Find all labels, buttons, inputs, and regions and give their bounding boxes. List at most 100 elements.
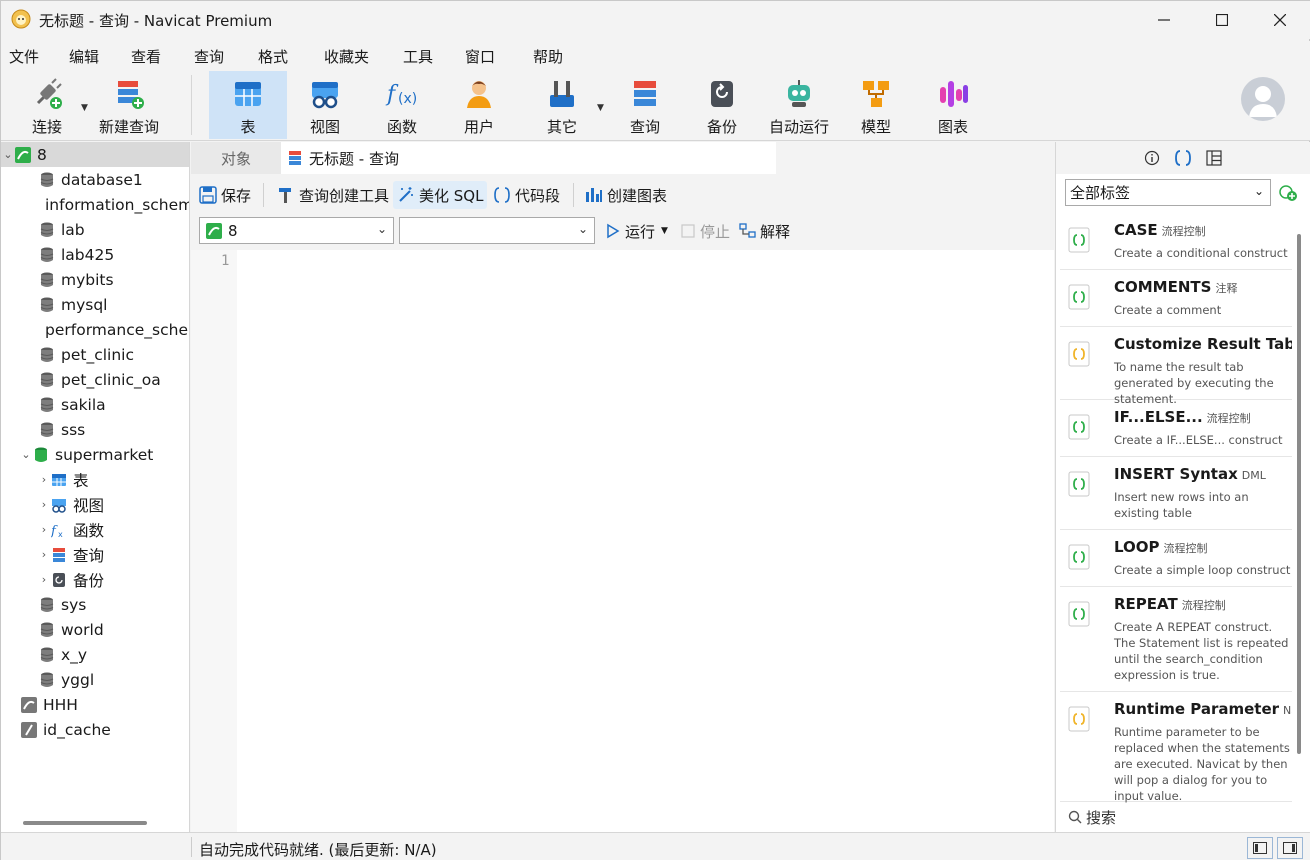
database-select[interactable]: ⌄: [399, 217, 595, 244]
tab-objects[interactable]: 对象: [191, 142, 281, 174]
snippet-icon: [1068, 284, 1090, 310]
snippet-item[interactable]: REPEAT 流程控制 Create A REPEAT construct. The…: [1060, 587, 1292, 692]
tree-database[interactable]: information_schema: [1, 192, 189, 217]
tree-database[interactable]: pet_clinic: [1, 342, 189, 367]
function-button[interactable]: f (x) 函数: [368, 71, 436, 139]
menu-window[interactable]: 窗口: [465, 46, 495, 67]
snippet-item[interactable]: INSERT Syntax DML Insert new rows into an …: [1060, 457, 1292, 530]
tree-object-group[interactable]: › 查询: [1, 542, 189, 567]
tree-connection-hhh[interactable]: HHH: [1, 692, 189, 717]
tree-object-group[interactable]: › 备份: [1, 567, 189, 592]
snippet-item[interactable]: Customize Result Tab NameTo name the res…: [1060, 327, 1292, 406]
tree-database[interactable]: yggl: [1, 667, 189, 692]
explain-button[interactable]: 解释: [735, 217, 794, 245]
user-button[interactable]: 用户: [445, 71, 513, 139]
menu-format[interactable]: 格式: [258, 46, 288, 67]
tree-database[interactable]: lab425: [1, 242, 189, 267]
info-icon[interactable]: [1144, 150, 1160, 166]
tree-connection-8[interactable]: ⌄ 8: [1, 142, 189, 167]
tag-filter-select[interactable]: 全部标签 ⌄: [1065, 179, 1271, 206]
beautify-sql-button[interactable]: 美化 SQL: [393, 181, 488, 209]
maximize-button[interactable]: [1193, 1, 1251, 39]
menu-favorites[interactable]: 收藏夹: [324, 46, 369, 67]
menu-query[interactable]: 查询: [194, 46, 224, 67]
snippet-item[interactable]: IF...ELSE... 流程控制 Create a IF...ELSE... co…: [1060, 400, 1292, 457]
snippet-item[interactable]: COMMENTS 注释 Create a comment: [1060, 270, 1292, 327]
user-avatar[interactable]: [1241, 77, 1285, 121]
snippet-button[interactable]: 代码段: [489, 181, 564, 209]
menu-help[interactable]: 帮助: [533, 46, 563, 67]
tree-database[interactable]: x_y: [1, 642, 189, 667]
automation-button[interactable]: 自动运行: [765, 71, 833, 139]
snippet-tab-icon[interactable]: [1175, 150, 1191, 166]
tree-database[interactable]: sss: [1, 417, 189, 442]
snippet-name: COMMENTS 注释: [1114, 278, 1237, 296]
tree-object-group[interactable]: › f x 函数: [1, 517, 189, 542]
chevron-right-icon[interactable]: ›: [37, 473, 51, 486]
chevron-right-icon[interactable]: ›: [37, 548, 51, 561]
explain-icon: [739, 223, 756, 238]
tree-object-group[interactable]: › 视图: [1, 492, 189, 517]
tree-horizontal-scrollbar[interactable]: [23, 821, 147, 825]
tree-connection-id-cache[interactable]: id_cache: [1, 717, 189, 742]
view-button[interactable]: 视图: [291, 71, 359, 139]
tree-database[interactable]: mybits: [1, 267, 189, 292]
add-snippet-icon[interactable]: [1278, 182, 1298, 202]
query-builder-button[interactable]: 查询创建工具: [273, 181, 393, 209]
tree-database[interactable]: sakila: [1, 392, 189, 417]
stop-button[interactable]: 停止: [677, 217, 734, 245]
table-button[interactable]: 表: [209, 71, 287, 139]
tree-database[interactable]: performance_schema: [1, 317, 189, 342]
sql-editor[interactable]: 1: [191, 250, 1054, 832]
chevron-right-icon[interactable]: ›: [37, 498, 51, 511]
query-icon: [53, 547, 65, 562]
database-label: pet_clinic_oa: [61, 370, 161, 389]
other-button[interactable]: 其它: [528, 71, 596, 139]
run-button[interactable]: 运行 ▼: [601, 217, 672, 245]
snippet-item[interactable]: CASE 流程控制 Create a conditional construct: [1060, 213, 1292, 270]
collapse-chevron-icon[interactable]: ⌄: [1, 148, 15, 161]
database-label: world: [61, 620, 104, 639]
snippet-list-scrollbar[interactable]: [1297, 234, 1301, 754]
other-dropdown-icon[interactable]: ▼: [597, 103, 604, 113]
layout-left-button[interactable]: [1247, 837, 1273, 859]
tree-database[interactable]: lab: [1, 217, 189, 242]
minimize-button[interactable]: [1135, 1, 1193, 39]
tree-database[interactable]: database1: [1, 167, 189, 192]
main-toolbar: 连接 ▼ 新建查询 表 视图 f (x) 函数 用户 其它 ▼ 查询 备份 自动…: [1, 69, 1310, 141]
snippet-item[interactable]: LOOP 流程控制 Create a simple loop construct: [1060, 530, 1292, 587]
run-dropdown-icon[interactable]: ▼: [661, 226, 668, 236]
chart-button[interactable]: 图表: [919, 71, 987, 139]
connect-dropdown-icon[interactable]: ▼: [81, 103, 88, 113]
query-button[interactable]: 查询: [611, 71, 679, 139]
model-button[interactable]: 模型: [842, 71, 910, 139]
snippet-search[interactable]: 搜索: [1056, 802, 1310, 832]
layout-right-button[interactable]: [1277, 837, 1303, 859]
grid-view-icon[interactable]: [1206, 150, 1222, 166]
tree-database[interactable]: sys: [1, 592, 189, 617]
tab-query[interactable]: 无标题 - 查询: [281, 142, 776, 174]
snippet-name: Customize Result Tab Name: [1114, 335, 1292, 353]
menu-tools[interactable]: 工具: [403, 46, 433, 67]
tree-object-group[interactable]: › 表: [1, 467, 189, 492]
new-query-button[interactable]: 新建查询: [95, 71, 163, 139]
chevron-right-icon[interactable]: ›: [37, 573, 51, 586]
menu-edit[interactable]: 编辑: [69, 46, 99, 67]
save-button[interactable]: 保存: [195, 181, 255, 209]
navicat-logo-icon: [11, 9, 31, 29]
create-chart-button[interactable]: 创建图表: [581, 181, 671, 209]
close-button[interactable]: [1251, 1, 1309, 39]
tree-database[interactable]: mysql: [1, 292, 189, 317]
menu-view[interactable]: 查看: [131, 46, 161, 67]
menu-file[interactable]: 文件: [9, 46, 39, 67]
tree-database[interactable]: pet_clinic_oa: [1, 367, 189, 392]
chevron-right-icon[interactable]: ›: [37, 523, 51, 536]
snippet-item[interactable]: Runtime ParameterNavicat Runtime paramete…: [1060, 692, 1292, 803]
tree-db-open[interactable]: ⌄ supermarket: [1, 442, 189, 467]
connect-button[interactable]: 连接: [13, 71, 81, 139]
backup-button[interactable]: 备份: [688, 71, 756, 139]
open-db-label: supermarket: [55, 445, 154, 464]
connection-select[interactable]: 8 ⌄: [199, 217, 394, 244]
tree-database[interactable]: world: [1, 617, 189, 642]
collapse-chevron-icon[interactable]: ⌄: [19, 448, 33, 461]
